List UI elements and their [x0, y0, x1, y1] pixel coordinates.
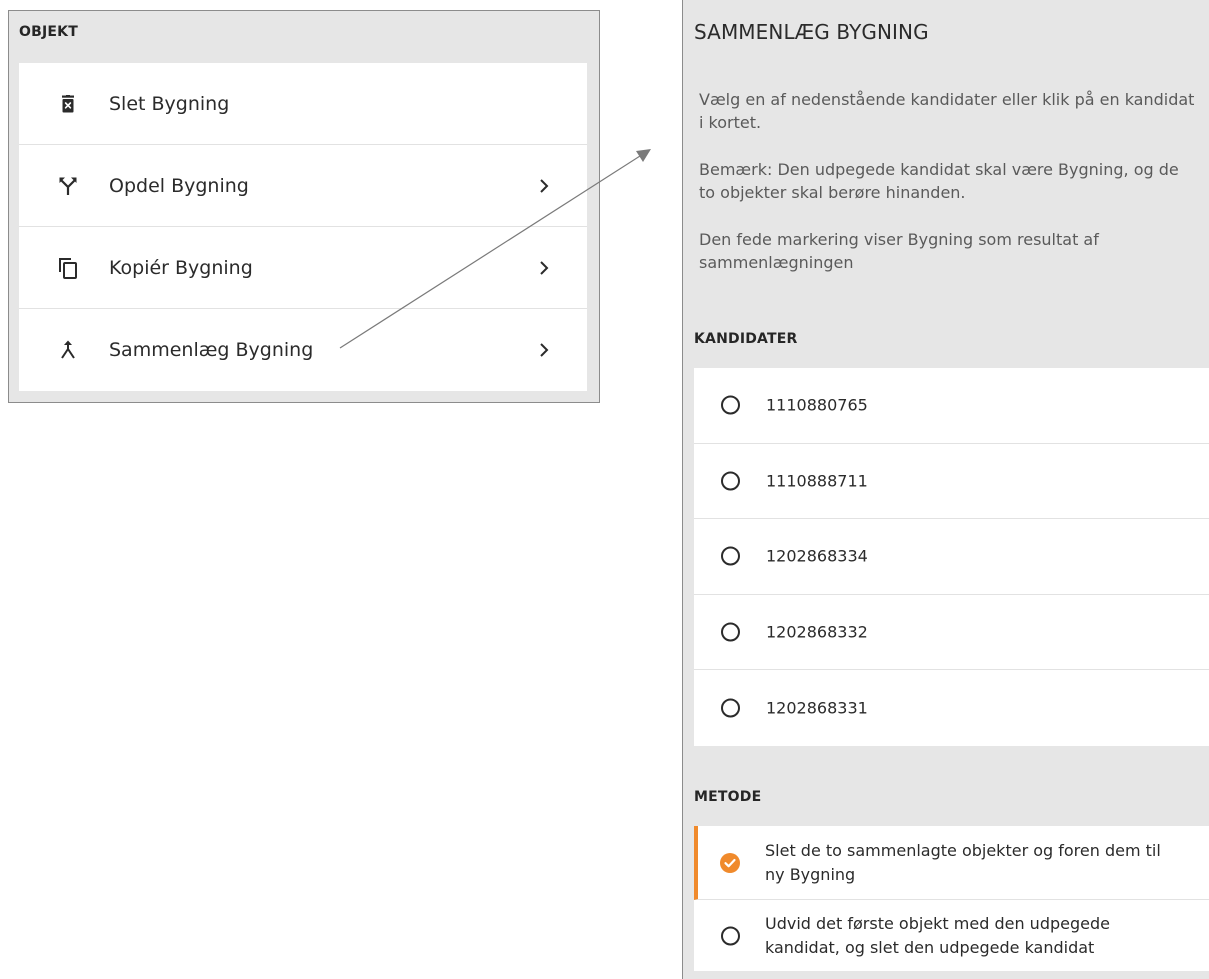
radio-button[interactable]: [721, 471, 740, 491]
candidate-item[interactable]: 1202868332: [694, 595, 1209, 670]
radio-button[interactable]: [721, 698, 740, 718]
method-list: Slet de to sammenlagte objekter og foren…: [694, 826, 1209, 971]
object-menu-panel: OBJEKT Slet Bygning Opdel Bygning Kopiér…: [8, 10, 600, 403]
chevron-right-icon: [540, 178, 549, 193]
instruction-text: Vælg en af nedenstående kandidater eller…: [699, 90, 1195, 132]
method-option-replace[interactable]: Slet de to sammenlagte objekter og foren…: [694, 826, 1209, 900]
menu-item-delete-building[interactable]: Slet Bygning: [19, 63, 587, 145]
menu-item-split-building[interactable]: Opdel Bygning: [19, 145, 587, 227]
radio-button[interactable]: [721, 395, 740, 415]
object-menu-list: Slet Bygning Opdel Bygning Kopiér Bygnin…: [19, 63, 587, 391]
object-menu-header: OBJEKT: [19, 24, 78, 40]
candidate-id: 1202868331: [766, 698, 868, 718]
copy-icon: [57, 257, 79, 279]
radio-button[interactable]: [721, 546, 740, 566]
menu-item-merge-building[interactable]: Sammenlæg Bygning: [19, 309, 587, 391]
check-circle-icon[interactable]: [720, 852, 740, 873]
candidate-id: 1110880765: [766, 395, 868, 415]
chevron-right-icon: [540, 343, 549, 357]
candidates-header: KANDIDATER: [694, 331, 798, 347]
method-option-extend[interactable]: Udvid det første objekt med den udpegede…: [694, 900, 1209, 971]
merge-icon: [57, 339, 79, 361]
menu-item-label: Opdel Bygning: [109, 174, 249, 197]
menu-item-label: Kopiér Bygning: [109, 256, 253, 279]
trash-icon: [57, 93, 79, 115]
menu-item-label: Slet Bygning: [109, 92, 230, 115]
method-label: Udvid det første objekt med den udpegede…: [765, 913, 1110, 957]
candidate-item[interactable]: 1202868334: [694, 519, 1209, 595]
menu-item-copy-building[interactable]: Kopiér Bygning: [19, 227, 587, 309]
candidate-id: 1110888711: [766, 471, 868, 491]
merge-building-panel: SAMMENLÆG BYGNING Vælg en af nedenståend…: [682, 0, 1209, 979]
radio-button[interactable]: [721, 926, 740, 945]
split-icon: [57, 175, 79, 197]
candidate-item[interactable]: 1202868331: [694, 670, 1209, 746]
candidate-id: 1202868334: [766, 546, 868, 566]
note-text: Bemærk: Den udpegede kandidat skal være …: [699, 160, 1179, 202]
method-header: METODE: [694, 789, 762, 805]
candidate-item[interactable]: 1110888711: [694, 444, 1209, 519]
radio-button[interactable]: [721, 622, 740, 642]
panel-title: SAMMENLÆG BYGNING: [694, 20, 929, 44]
chevron-right-icon: [540, 260, 549, 275]
result-text: Den fede markering viser Bygning som res…: [699, 230, 1099, 272]
candidate-id: 1202868332: [766, 622, 868, 642]
candidate-item[interactable]: 1110880765: [694, 368, 1209, 444]
method-label: Slet de to sammenlagte objekter og foren…: [765, 840, 1161, 884]
candidates-list: 1110880765 1110888711 1202868334 1202868…: [694, 368, 1209, 746]
menu-item-label: Sammenlæg Bygning: [109, 339, 314, 361]
